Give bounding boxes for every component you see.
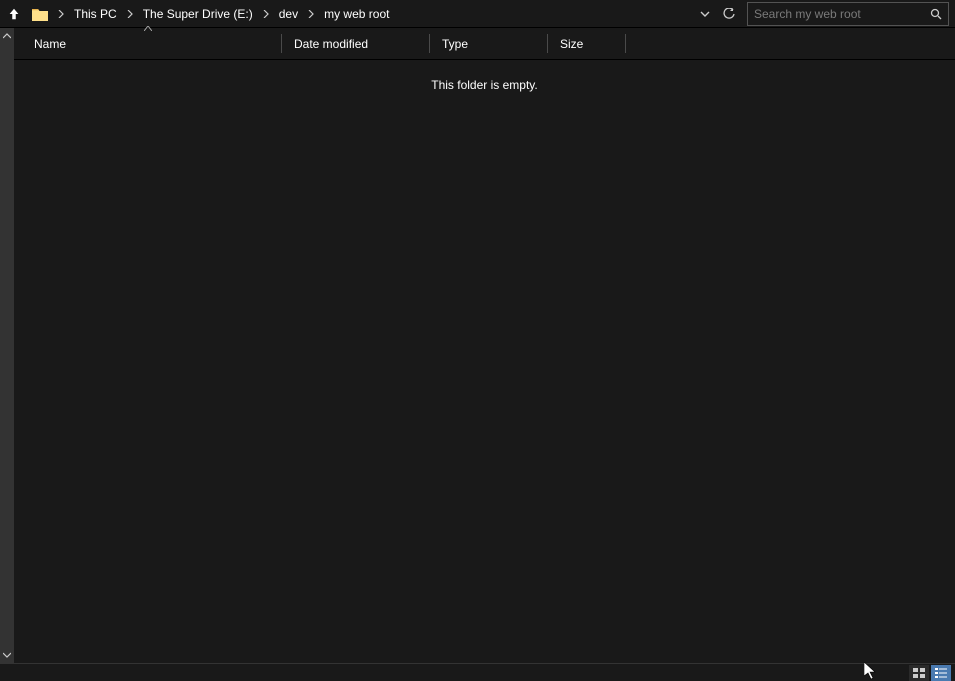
breadcrumb-label: dev bbox=[273, 7, 304, 21]
search-icon bbox=[930, 8, 942, 20]
chevron-right-icon[interactable] bbox=[123, 0, 137, 27]
chevron-up-icon bbox=[3, 32, 11, 40]
column-header-name[interactable]: Name bbox=[14, 28, 282, 59]
breadcrumb-label: The Super Drive (E:) bbox=[137, 7, 259, 21]
up-arrow-icon bbox=[7, 7, 21, 21]
column-label: Date modified bbox=[294, 37, 368, 51]
chevron-right-icon[interactable] bbox=[304, 0, 318, 27]
file-list-pane: Name Date modified Type Size This folder… bbox=[14, 28, 955, 663]
column-header-date[interactable]: Date modified bbox=[282, 28, 430, 59]
breadcrumb-item-current[interactable]: my web root bbox=[318, 0, 395, 27]
refresh-button[interactable] bbox=[717, 2, 741, 26]
column-header-type[interactable]: Type bbox=[430, 28, 548, 59]
breadcrumb-item-this-pc[interactable]: This PC bbox=[68, 0, 137, 27]
chevron-down-icon bbox=[699, 8, 711, 20]
details-view-icon bbox=[934, 667, 948, 679]
chevron-down-icon bbox=[3, 651, 11, 659]
up-button[interactable] bbox=[0, 0, 28, 28]
column-header-size[interactable]: Size bbox=[548, 28, 626, 59]
scroll-down-button[interactable] bbox=[1, 649, 13, 661]
folder-icon bbox=[30, 5, 50, 23]
sort-ascending-icon bbox=[143, 23, 153, 33]
search-box bbox=[747, 2, 949, 26]
empty-folder-message: This folder is empty. bbox=[14, 60, 955, 92]
history-dropdown-button[interactable] bbox=[693, 2, 717, 26]
column-label: Type bbox=[442, 37, 468, 51]
column-label: Name bbox=[34, 37, 66, 51]
chevron-right-icon[interactable] bbox=[259, 0, 273, 27]
address-bar-right bbox=[693, 0, 955, 27]
status-bar bbox=[0, 663, 955, 681]
view-large-icons-button[interactable] bbox=[909, 665, 929, 681]
search-input[interactable] bbox=[748, 7, 924, 21]
breadcrumb-item-drive[interactable]: The Super Drive (E:) bbox=[137, 0, 273, 27]
breadcrumb-item-dev[interactable]: dev bbox=[273, 0, 318, 27]
column-label: Size bbox=[560, 37, 583, 51]
chevron-right-icon[interactable] bbox=[54, 0, 68, 27]
breadcrumb-label: my web root bbox=[318, 7, 395, 21]
breadcrumb-label: This PC bbox=[68, 7, 123, 21]
thumbnails-view-icon bbox=[912, 667, 926, 679]
column-headers: Name Date modified Type Size bbox=[14, 28, 955, 60]
nav-pane-scroll bbox=[0, 28, 14, 663]
search-button[interactable] bbox=[924, 3, 948, 25]
view-details-button[interactable] bbox=[931, 665, 951, 681]
scroll-up-button[interactable] bbox=[1, 30, 13, 42]
refresh-icon bbox=[723, 8, 735, 20]
column-separator[interactable] bbox=[625, 34, 626, 53]
